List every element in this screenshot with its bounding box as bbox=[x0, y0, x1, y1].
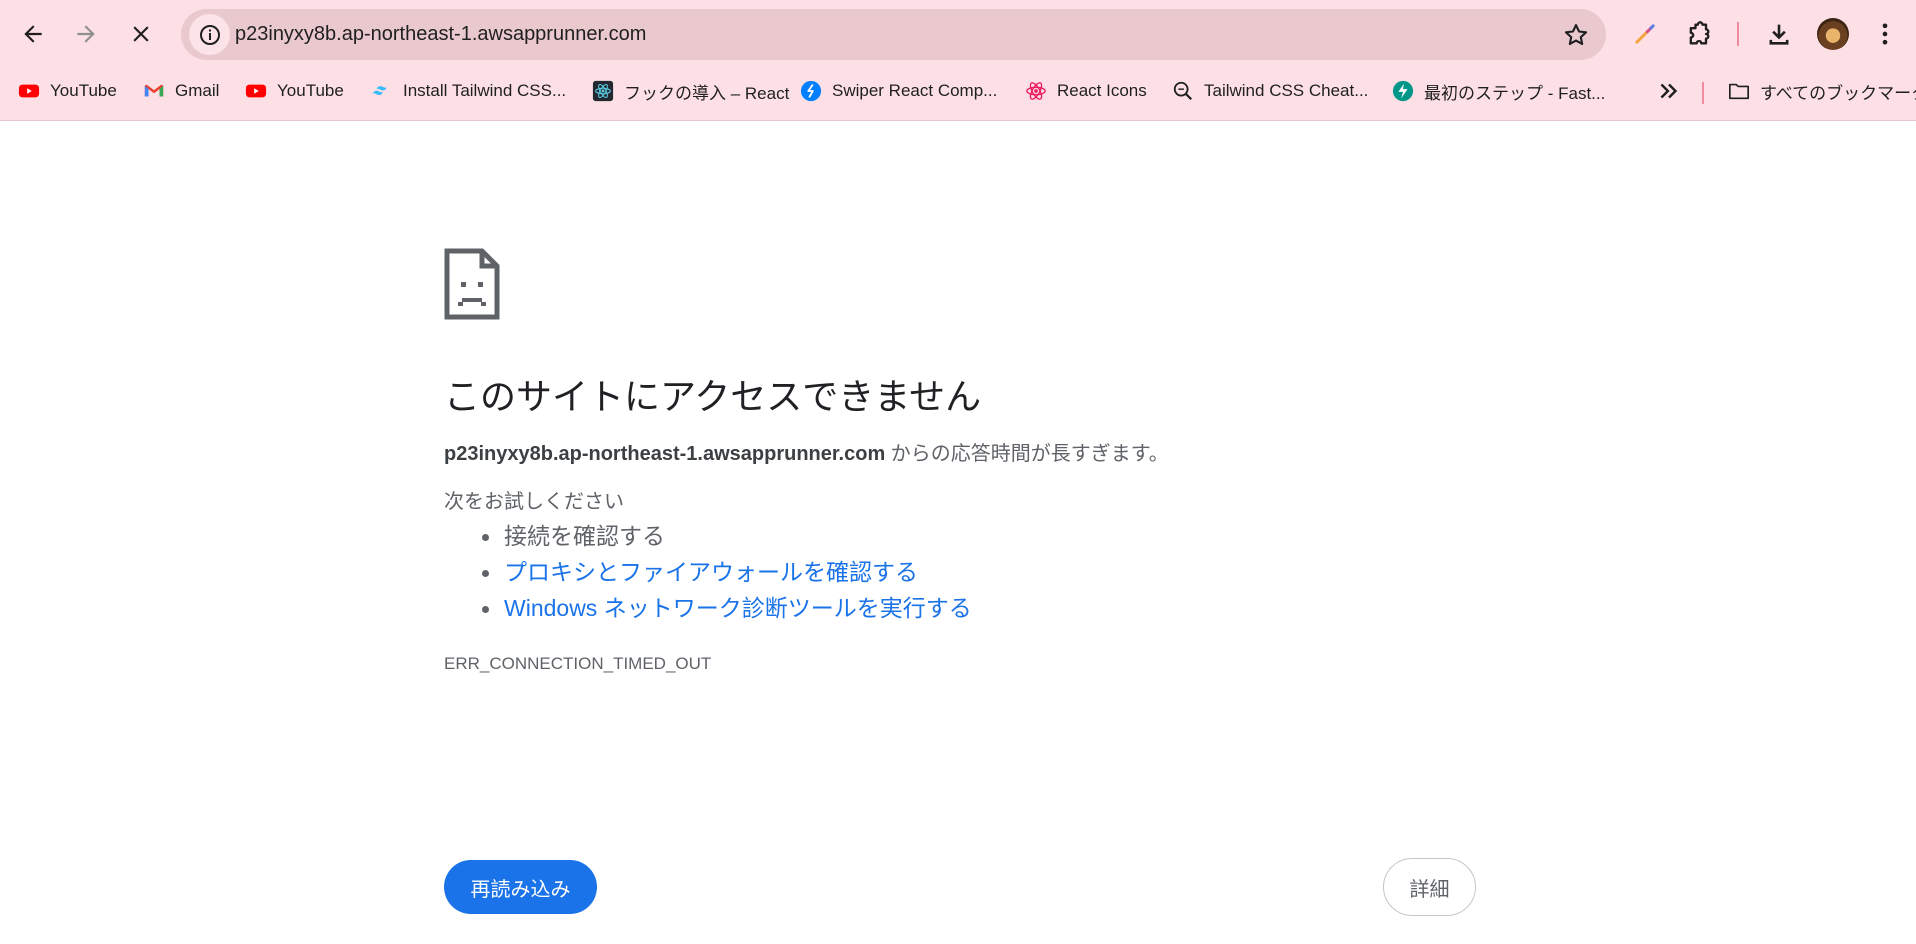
arrow-right-icon bbox=[77, 25, 95, 43]
bookmark-label: YouTube bbox=[50, 81, 117, 100]
suggestion-run-network-diagnostics-link[interactable]: Windows ネットワーク診断ツールを実行する bbox=[482, 590, 972, 626]
info-icon bbox=[199, 24, 220, 45]
suggestions-list: 接続を確認する プロキシとファイアウォールを確認する Windows ネットワー… bbox=[482, 518, 972, 626]
bookmark-gmail[interactable]: Gmail bbox=[143, 72, 219, 110]
stop-loading-button[interactable] bbox=[120, 13, 162, 55]
gmail-icon bbox=[143, 80, 165, 102]
bookmark-label: YouTube bbox=[277, 81, 344, 100]
eyedropper-icon bbox=[1635, 24, 1655, 44]
sad-document-icon bbox=[444, 248, 500, 320]
color-picker-extension-button[interactable] bbox=[1628, 17, 1662, 51]
error-description: p23inyxy8b.ap-northeast-1.awsapprunner.c… bbox=[444, 437, 1169, 466]
bookmark-tailwind-install[interactable]: Install Tailwind CSS... bbox=[371, 72, 566, 110]
bookmark-star-icon[interactable] bbox=[1562, 21, 1590, 49]
error-code: ERR_CONNECTION_TIMED_OUT bbox=[444, 654, 712, 673]
error-title: このサイトにアクセスできません bbox=[444, 376, 982, 417]
suggestions-heading: 次をお試しください bbox=[444, 491, 624, 513]
bookmark-youtube-2[interactable]: YouTube bbox=[245, 72, 344, 110]
fastapi-icon bbox=[1392, 80, 1414, 102]
bookmark-label: フックの導入 – React bbox=[624, 83, 790, 103]
toolbar-divider bbox=[1737, 22, 1739, 46]
bookmark-react-hooks[interactable]: フックの導入 – React bbox=[592, 72, 789, 110]
puzzle-icon bbox=[1689, 21, 1710, 45]
details-button[interactable]: 詳細 bbox=[1383, 858, 1476, 916]
chevron-double-right-icon[interactable] bbox=[1656, 78, 1682, 104]
arrow-left-icon bbox=[24, 25, 42, 43]
bookmark-label: Swiper React Comp... bbox=[832, 81, 998, 100]
browser-toolbar: p23inyxy8b.ap-northeast-1.awsapprunner.c… bbox=[0, 0, 1916, 70]
browser-menu-button[interactable] bbox=[1868, 17, 1902, 51]
bookmark-label: Install Tailwind CSS... bbox=[403, 81, 567, 100]
downloads-button[interactable] bbox=[1762, 17, 1796, 51]
search-icon bbox=[1172, 80, 1194, 102]
browser-chrome: p23inyxy8b.ap-northeast-1.awsapprunner.c… bbox=[0, 0, 1916, 121]
bookmark-youtube-1[interactable]: YouTube bbox=[18, 72, 117, 110]
suggestion-check-connection: 接続を確認する bbox=[482, 518, 972, 554]
url-text[interactable]: p23inyxy8b.ap-northeast-1.awsapprunner.c… bbox=[235, 9, 646, 60]
bookmark-label: Tailwind CSS Cheat... bbox=[1204, 81, 1369, 100]
react-docs-icon bbox=[592, 80, 614, 102]
all-bookmarks-button[interactable]: すべてのブックマーク bbox=[1728, 72, 1916, 110]
all-bookmarks-label: すべてのブックマーク bbox=[1760, 83, 1916, 103]
bookmarks-bar: YouTube Gmail YouTube Install Tailwind C… bbox=[0, 72, 1916, 110]
suggestion-check-proxy-firewall-link[interactable]: プロキシとファイアウォールを確認する bbox=[482, 554, 972, 590]
more-vert-icon bbox=[1882, 23, 1888, 45]
bookmark-fastapi[interactable]: 最初のステップ - Fast... bbox=[1392, 72, 1605, 110]
address-bar[interactable]: p23inyxy8b.ap-northeast-1.awsapprunner.c… bbox=[181, 9, 1606, 60]
site-info-button[interactable] bbox=[189, 14, 230, 55]
youtube-icon bbox=[18, 80, 40, 102]
swiper-icon bbox=[800, 80, 822, 102]
bookmark-swiper[interactable]: Swiper React Comp... bbox=[800, 72, 997, 110]
error-description-suffix: からの応答時間が長すぎます。 bbox=[885, 443, 1169, 465]
forward-button[interactable] bbox=[65, 13, 107, 55]
tailwind-icon bbox=[371, 80, 393, 102]
bookmarks-divider bbox=[1702, 82, 1704, 104]
bookmark-tailwind-cheatsheet[interactable]: Tailwind CSS Cheat... bbox=[1172, 72, 1368, 110]
extensions-button[interactable] bbox=[1682, 17, 1716, 51]
profile-avatar[interactable] bbox=[1817, 18, 1849, 50]
back-button[interactable] bbox=[12, 13, 54, 55]
bookmark-label: Gmail bbox=[175, 81, 220, 100]
download-icon bbox=[1769, 24, 1789, 45]
bookmark-react-icons[interactable]: React Icons bbox=[1025, 72, 1147, 110]
bookmark-label: React Icons bbox=[1057, 81, 1147, 100]
folder-icon bbox=[1728, 80, 1750, 102]
reload-button[interactable]: 再読み込み bbox=[444, 860, 597, 914]
close-icon bbox=[133, 26, 149, 42]
youtube-icon bbox=[245, 80, 267, 102]
react-icons-icon bbox=[1025, 80, 1047, 102]
error-host: p23inyxy8b.ap-northeast-1.awsapprunner.c… bbox=[444, 443, 886, 465]
bookmark-label: 最初のステップ - Fast... bbox=[1424, 83, 1606, 103]
